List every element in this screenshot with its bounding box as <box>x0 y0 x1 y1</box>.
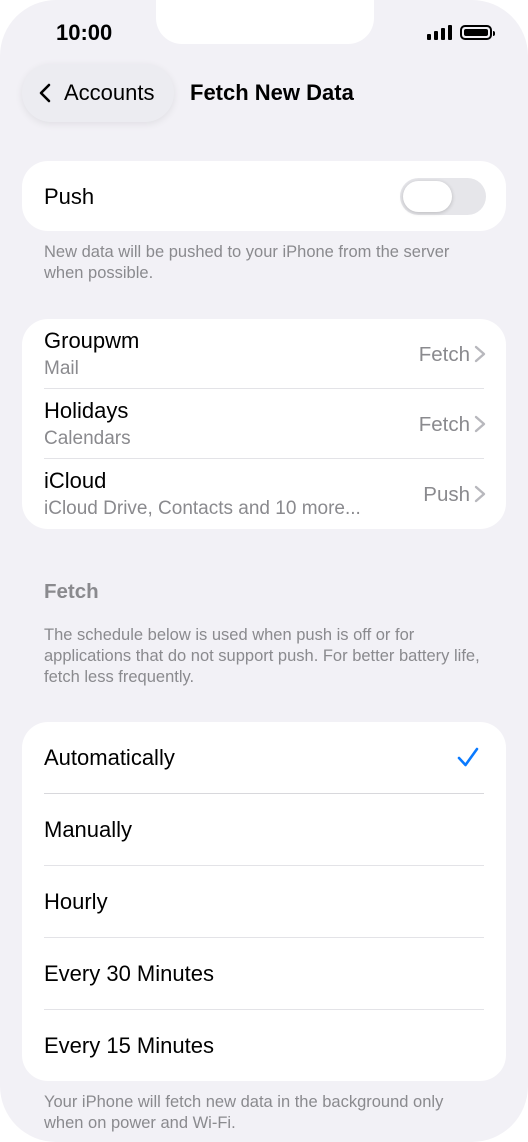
account-name: Groupwm <box>44 328 140 353</box>
chevron-right-icon <box>474 345 486 363</box>
cellular-signal-icon <box>427 24 452 40</box>
accounts-list: Groupwm Mail Fetch Holidays Calendars Fe… <box>22 319 506 529</box>
account-subtitle: iCloud Drive, Contacts and 10 more... <box>44 498 361 519</box>
toggle-knob <box>403 181 452 212</box>
option-label: Hourly <box>44 889 108 914</box>
account-name: iCloud <box>44 468 107 493</box>
fetch-description: The schedule below is used when push is … <box>44 626 480 686</box>
push-card: Push <box>22 161 506 231</box>
account-subtitle: Calendars <box>44 428 131 449</box>
account-fetch-value: Fetch <box>418 413 470 436</box>
account-row-groupwm[interactable]: Groupwm Mail Fetch <box>22 319 506 389</box>
push-toggle[interactable] <box>400 178 486 215</box>
account-fetch-value: Fetch <box>418 343 470 366</box>
option-label: Every 30 Minutes <box>44 961 214 986</box>
option-every-15-minutes[interactable]: Every 15 Minutes <box>22 1010 506 1081</box>
checkmark-icon <box>457 747 479 767</box>
chevron-right-icon <box>474 415 486 433</box>
notch <box>156 0 374 44</box>
battery-icon <box>460 24 495 40</box>
account-row-icloud[interactable]: iCloud iCloud Drive, Contacts and 10 mor… <box>22 459 506 529</box>
push-label: Push <box>44 184 95 209</box>
option-label: Every 15 Minutes <box>44 1033 214 1058</box>
back-button[interactable]: Accounts <box>22 64 174 122</box>
option-label: Manually <box>44 817 133 842</box>
option-manually[interactable]: Manually <box>22 794 506 865</box>
push-footnote: New data will be pushed to your iPhone f… <box>44 243 450 282</box>
option-label: Automatically <box>44 745 175 770</box>
option-automatically[interactable]: Automatically <box>22 722 506 793</box>
fetch-footnote: Your iPhone will fetch new data in the b… <box>44 1093 444 1132</box>
account-row-holidays[interactable]: Holidays Calendars Fetch <box>22 389 506 459</box>
option-hourly[interactable]: Hourly <box>22 866 506 937</box>
chevron-left-icon <box>39 83 51 103</box>
fetch-schedule-list: Automatically Manually Hourly Every 30 M… <box>22 722 506 1081</box>
chevron-right-icon <box>474 485 486 503</box>
back-button-label: Accounts <box>64 80 155 105</box>
fetch-section-header: Fetch <box>44 580 99 603</box>
account-name: Holidays <box>44 398 129 423</box>
account-subtitle: Mail <box>44 358 79 379</box>
account-fetch-value: Push <box>423 483 470 506</box>
status-time: 10:00 <box>56 20 113 45</box>
status-icons <box>427 24 495 40</box>
phone-screen: 10:00 Accounts Fetch New Data Push New d… <box>0 0 528 1142</box>
page-title: Fetch New Data <box>190 80 354 105</box>
option-every-30-minutes[interactable]: Every 30 Minutes <box>22 938 506 1009</box>
